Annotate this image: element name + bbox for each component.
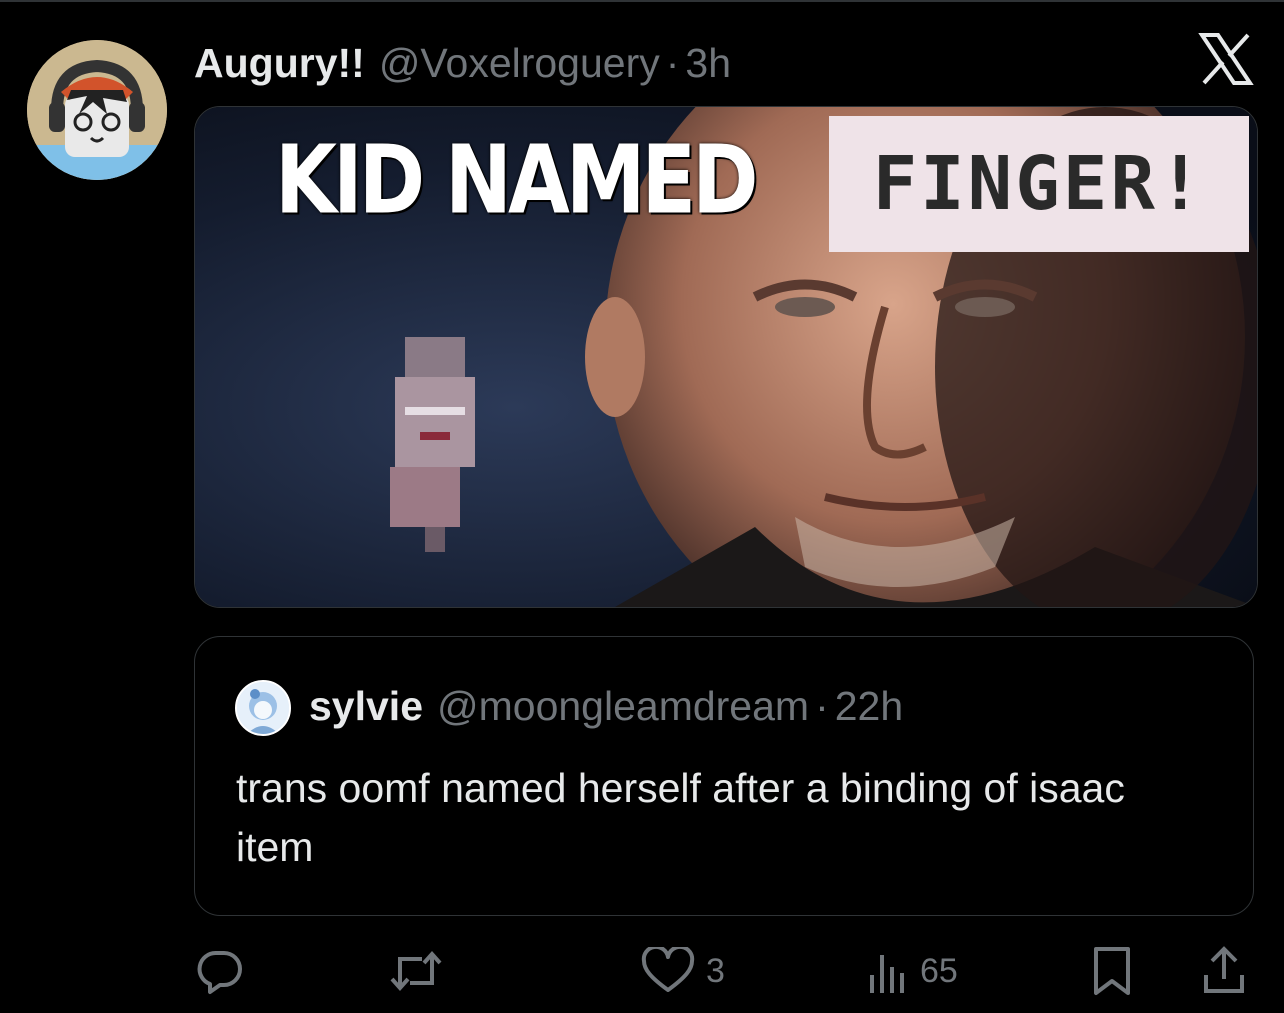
author-name[interactable]: Augury!! [194,40,365,87]
bookmark-button[interactable] [1090,940,1134,1002]
quoted-author-handle[interactable]: @moongleamdream [437,683,809,730]
author-avatar[interactable] [27,40,167,180]
meme-caption-box-text: FINGER! [872,141,1206,227]
author-handle[interactable]: @Voxelroguery [379,40,660,87]
share-button[interactable] [1200,940,1248,1002]
quoted-separator-dot: · [815,683,829,729]
quoted-post-time[interactable]: 22h [835,683,903,730]
repost-button[interactable] [388,940,444,1002]
post-time[interactable]: 3h [685,40,731,87]
x-logo-icon [1198,33,1254,85]
views-button[interactable]: 65 [866,940,958,1002]
quoted-author-avatar[interactable] [235,680,291,736]
views-icon [870,955,904,993]
quoted-post-text: trans oomf named herself after a binding… [236,765,1125,870]
repost-icon [390,950,442,992]
post-media-image[interactable]: KID NAMED FINGER! [194,106,1258,608]
separator-dot: · [665,39,680,86]
meme-caption-top: KID NAMED [275,125,759,235]
quoted-author-name[interactable]: sylvie [309,683,423,730]
views-count: 65 [920,951,958,990]
quoted-post[interactable]: sylvie @moongleamdream · 22h trans oomf … [194,636,1254,916]
post-header: Augury!! @Voxelroguery · 3h [194,38,731,88]
meme-caption-box: FINGER! [829,116,1249,252]
like-count: 3 [706,951,725,990]
quoted-post-header: sylvie @moongleamdream · 22h [309,683,903,730]
top-divider [0,0,1284,2]
action-bar: 3 65 [0,940,1284,1002]
like-button[interactable]: 3 [640,940,725,1002]
reply-icon [197,950,242,994]
share-icon [1204,946,1244,993]
bookmark-icon [1094,947,1130,995]
reply-button[interactable] [196,940,244,1002]
heart-icon [641,947,695,992]
